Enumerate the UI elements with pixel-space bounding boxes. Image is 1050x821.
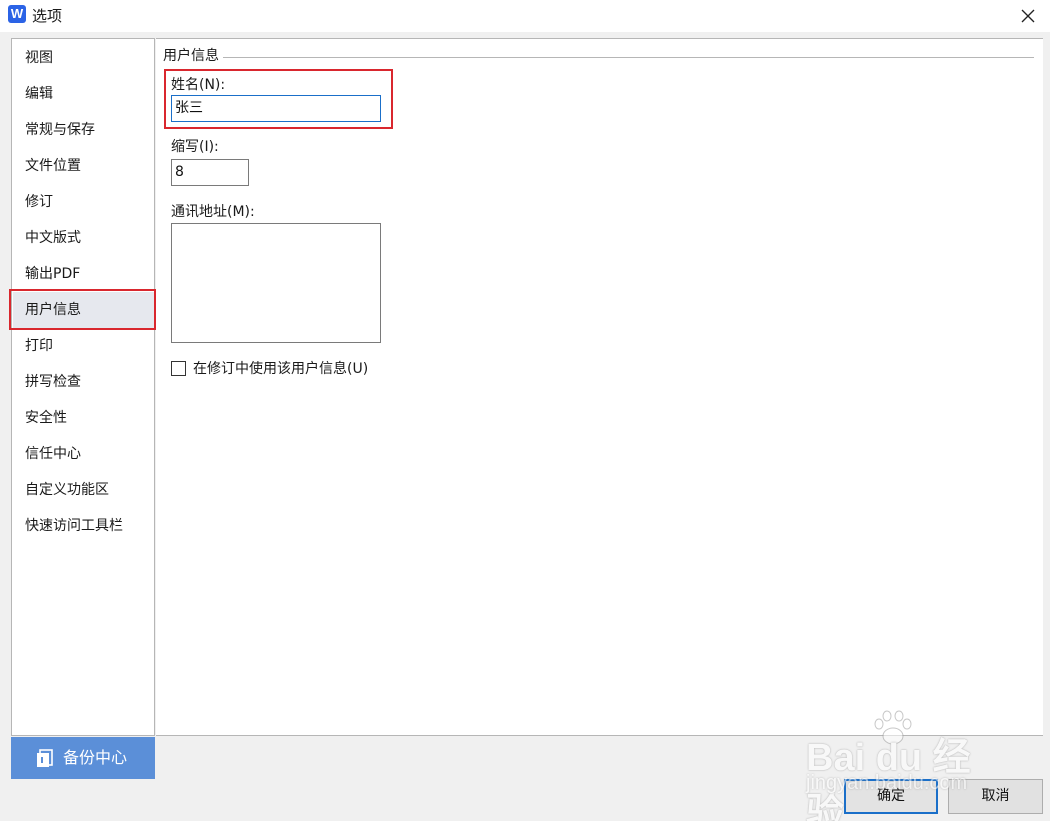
use-in-revision-checkbox[interactable] [171, 361, 186, 376]
sidebar-item-user-info[interactable]: 用户信息 [13, 292, 154, 328]
sidebar-item-label: 输出PDF [25, 266, 81, 282]
dialog-title: 选项 [32, 7, 63, 25]
wps-writer-icon: W [8, 5, 26, 23]
name-label: 姓名(N): [171, 77, 226, 93]
backup-icon [37, 749, 53, 767]
user-info-panel: 用户信息 姓名(N): 张三 缩写(I): 8 通讯地址(M): [156, 38, 1043, 736]
close-button[interactable] [1016, 4, 1040, 28]
sidebar-item-general-save[interactable]: 常规与保存 [13, 112, 154, 148]
sidebar-item-label: 快速访问工具栏 [25, 518, 123, 534]
sidebar-item-label: 自定义功能区 [25, 482, 109, 498]
address-label: 通讯地址(M): [171, 204, 255, 220]
sidebar-item-label: 视图 [25, 50, 53, 66]
use-in-revision-label: 在修订中使用该用户信息(U) [193, 361, 369, 377]
sidebar-item-label: 修订 [25, 194, 53, 210]
sidebar-item-label: 常规与保存 [25, 122, 95, 138]
sidebar-item-trust-center[interactable]: 信任中心 [13, 436, 154, 472]
sidebar-item-edit[interactable]: 编辑 [13, 76, 154, 112]
initials-label: 缩写(I): [171, 139, 219, 155]
close-icon [1021, 9, 1035, 23]
sidebar-item-file-locations[interactable]: 文件位置 [13, 148, 154, 184]
sidebar-item-quick-access-toolbar[interactable]: 快速访问工具栏 [13, 508, 154, 544]
sidebar-item-label: 信任中心 [25, 446, 81, 462]
sidebar-item-customize-ribbon[interactable]: 自定义功能区 [13, 472, 154, 508]
sidebar-item-spell-check[interactable]: 拼写检查 [13, 364, 154, 400]
options-sidebar: 视图 编辑 常规与保存 文件位置 修订 中文版式 输出PDF 用户信息 打印 拼… [11, 38, 155, 736]
sidebar-item-label: 编辑 [25, 86, 53, 102]
ok-button[interactable]: 确定 [844, 779, 938, 814]
sidebar-item-security[interactable]: 安全性 [13, 400, 154, 436]
backup-center-button[interactable]: 备份中心 [11, 737, 155, 779]
name-input[interactable]: 张三 [171, 95, 381, 122]
sidebar-item-chinese-layout[interactable]: 中文版式 [13, 220, 154, 256]
sidebar-item-label: 打印 [25, 338, 53, 354]
sidebar-item-print[interactable]: 打印 [13, 328, 154, 364]
sidebar-item-label: 中文版式 [25, 230, 81, 246]
sidebar-item-export-pdf[interactable]: 输出PDF [13, 256, 154, 292]
sidebar-item-label: 用户信息 [25, 302, 81, 318]
initials-input[interactable]: 8 [171, 159, 249, 186]
sidebar-item-view[interactable]: 视图 [13, 40, 154, 76]
options-dialog: W 选项 视图 编辑 常规与保存 文件位置 修订 中文版式 输出PDF 用户信息… [0, 0, 1050, 821]
sidebar-item-revision[interactable]: 修订 [13, 184, 154, 220]
backup-center-label: 备份中心 [63, 748, 128, 767]
sidebar-item-label: 文件位置 [25, 158, 81, 174]
sidebar-item-label: 安全性 [25, 410, 67, 426]
title-bar: W 选项 [0, 0, 1050, 32]
address-textarea[interactable] [171, 223, 381, 343]
group-title: 用户信息 [163, 47, 223, 65]
group-divider [216, 57, 1034, 58]
cancel-button[interactable]: 取消 [948, 779, 1043, 814]
sidebar-item-label: 拼写检查 [25, 374, 81, 390]
